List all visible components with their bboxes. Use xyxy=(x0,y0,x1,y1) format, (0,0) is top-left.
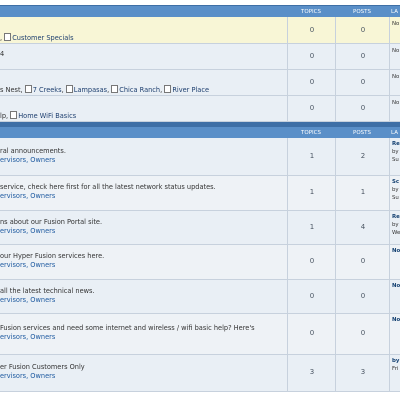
last-post-line[interactable]: No xyxy=(392,317,400,324)
last-post-line[interactable]: Sc xyxy=(392,179,399,186)
subforum-icon xyxy=(65,85,73,93)
last-post: No xyxy=(392,74,400,80)
forum-description: our Hyper Fusion services here. xyxy=(0,252,105,261)
subforum-icon xyxy=(10,111,18,119)
posts-count: 3 xyxy=(360,368,366,376)
last-post-line: Su xyxy=(392,195,399,201)
posts-header: POSTS xyxy=(353,130,371,136)
forum-row: er Fusion Customers Only ervisors, Owners… xyxy=(0,355,400,392)
last-post: No xyxy=(392,48,400,54)
forum-row: Fusion services and need some internet a… xyxy=(0,314,400,355)
forum-description: all the latest technical news. xyxy=(0,286,95,295)
forum-moderators[interactable]: ervisors, Owners xyxy=(0,227,55,235)
posts-header: POSTS xyxy=(353,9,371,15)
forum-row: lp, Home WiFi Basics 0 0 No xyxy=(0,96,400,122)
forum-title[interactable]: 4 xyxy=(0,50,4,58)
forum-moderators[interactable]: ervisors, Owners xyxy=(0,192,55,200)
topics-count: 0 xyxy=(309,257,315,265)
topics-count: 1 xyxy=(309,222,315,231)
topics-count: 0 xyxy=(309,104,315,112)
forum-description: Fusion services and need some internet a… xyxy=(0,323,255,332)
last-post-line[interactable]: No xyxy=(392,283,400,290)
last-post-line: Fri xyxy=(392,366,399,372)
last-post-line[interactable]: Re xyxy=(392,214,400,221)
forum-moderators[interactable]: ervisors, Owners xyxy=(0,333,55,341)
subforum-link[interactable]: 7 Creeks xyxy=(33,86,62,94)
topics-count: 0 xyxy=(309,52,315,60)
topics-header: TOPICS xyxy=(301,9,321,15)
last-post-line[interactable]: by xyxy=(392,358,399,365)
posts-count: 1 xyxy=(360,188,366,196)
forum-row: 4 0 0 No xyxy=(0,44,400,70)
topics-count: 0 xyxy=(309,78,315,86)
subforum-link-customer-specials[interactable]: Customer Specials xyxy=(12,34,73,42)
subforum-icon xyxy=(111,85,119,93)
forum-row: s Nest, 7 Creeks, Lampasas, Chica Ranch,… xyxy=(0,70,400,96)
forum-row: , Customer Specials 0 0 No xyxy=(0,17,400,44)
forum-description: er Fusion Customers Only xyxy=(0,363,85,372)
forum-moderators[interactable]: ervisors, Owners xyxy=(0,156,55,164)
forum-moderators[interactable]: ervisors, Owners xyxy=(0,372,55,380)
posts-count: 0 xyxy=(360,291,366,300)
last-post-line: by xyxy=(392,222,399,228)
topics-count: 0 xyxy=(309,26,315,34)
posts-count: 4 xyxy=(360,222,366,231)
forum-prefix: s Nest, xyxy=(0,86,25,94)
subforum-icon xyxy=(164,85,172,93)
category-header-2: TOPICS POSTS LA xyxy=(0,126,400,138)
forum-row: our Hyper Fusion services here. ervisors,… xyxy=(0,245,400,280)
topics-count: 0 xyxy=(309,329,315,337)
forum-row: service, check here first for all the la… xyxy=(0,176,400,211)
subforum-link-home-wifi-basics[interactable]: Home WiFi Basics xyxy=(18,112,76,120)
posts-count: 0 xyxy=(360,329,366,337)
posts-count: 0 xyxy=(360,104,366,112)
last-post: No xyxy=(392,100,400,106)
last-post-line: We xyxy=(392,230,400,236)
topics-header: TOPICS xyxy=(301,130,321,136)
last-post-line[interactable]: Re xyxy=(392,141,400,148)
posts-count: 0 xyxy=(360,78,366,86)
last-post-line[interactable]: No xyxy=(392,248,400,255)
last-post-header: LA xyxy=(391,130,398,136)
forum-prefix: lp, xyxy=(0,112,11,120)
last-post-line: by xyxy=(392,149,399,155)
subforum-icon xyxy=(24,85,32,93)
forum-row: ns about our Fusion Portal site. ervisors… xyxy=(0,211,400,245)
subforum-link[interactable]: River Place xyxy=(172,86,209,94)
posts-count: 0 xyxy=(360,257,366,265)
forum-description: ns about our Fusion Portal site. xyxy=(0,217,103,226)
topics-count: 0 xyxy=(309,291,315,300)
topics-count: 3 xyxy=(309,368,315,376)
forum-description: service, check here first for all the la… xyxy=(0,183,216,192)
subforum-link[interactable]: Chica Ranch xyxy=(119,86,160,94)
forum-row: all the latest technical news. ervisors, … xyxy=(0,280,400,314)
forum-row: ral announcements. ervisors, Owners 1 2 Re by… xyxy=(0,138,400,176)
topics-count: 1 xyxy=(309,151,315,160)
last-post-line: by xyxy=(392,187,399,193)
posts-count: 0 xyxy=(360,26,366,34)
category-header-1: TOPICS POSTS LA xyxy=(0,5,400,17)
posts-count: 0 xyxy=(360,52,366,60)
topics-count: 1 xyxy=(309,188,315,196)
last-post-header: LA xyxy=(391,9,398,15)
last-post-line: Su xyxy=(392,157,399,163)
forum-moderators[interactable]: ervisors, Owners xyxy=(0,296,55,304)
last-post: No xyxy=(392,21,400,27)
subforum-icon xyxy=(4,33,12,41)
forum-moderators[interactable]: ervisors, Owners xyxy=(0,261,55,269)
posts-count: 2 xyxy=(360,151,366,160)
subforum-link[interactable]: Lampasas xyxy=(74,86,107,94)
forum-description: ral announcements. xyxy=(0,146,66,155)
